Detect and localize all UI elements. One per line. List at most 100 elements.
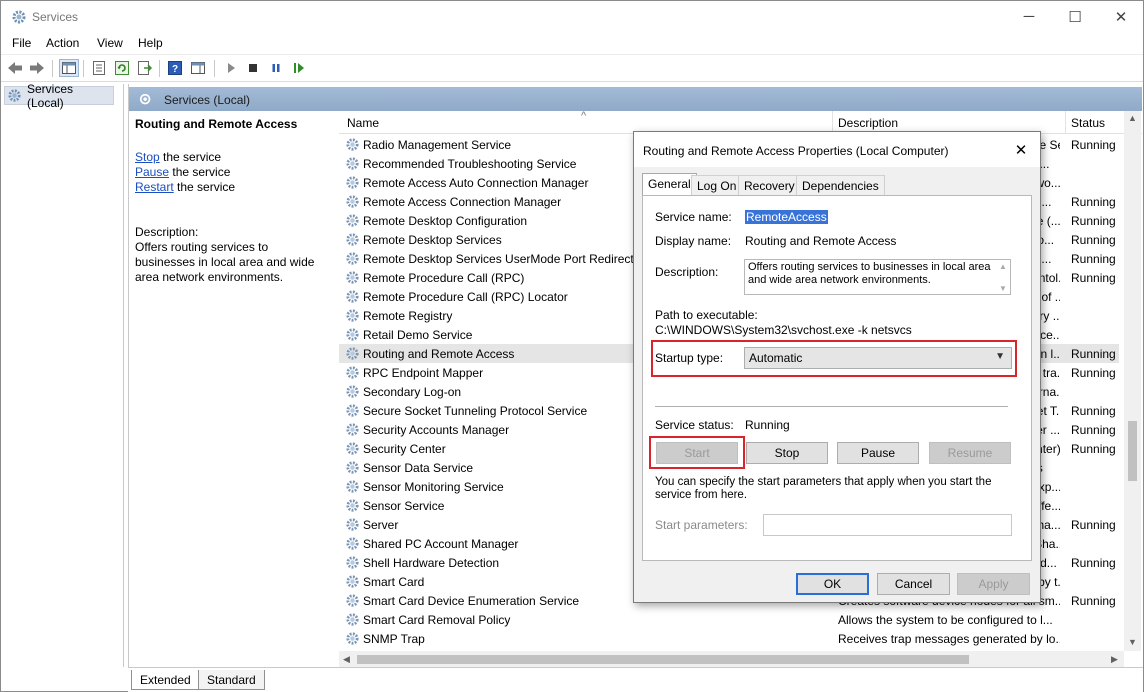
tab-general[interactable]: General (642, 173, 697, 196)
service-gear-icon (346, 537, 359, 550)
refresh-icon[interactable] (112, 59, 132, 77)
tab-recovery[interactable]: Recovery (738, 175, 801, 195)
help-icon[interactable]: ? (165, 59, 185, 77)
magnifier-icon (139, 93, 151, 105)
description-field-label: Description: (655, 265, 719, 279)
tab-extended[interactable]: Extended (131, 670, 200, 690)
stop-service-icon[interactable] (243, 59, 263, 77)
console-tree: Services (Local) (2, 82, 124, 667)
export-list-icon[interactable] (135, 59, 155, 77)
close-window-button[interactable]: ✕ (1098, 1, 1144, 32)
restart-action: Restart the service (135, 180, 235, 194)
apply-button[interactable]: Apply (957, 573, 1030, 595)
service-gear-icon (346, 309, 359, 322)
service-name-cell: Shared PC Account Manager (363, 537, 519, 551)
service-status-cell: Running (1071, 252, 1116, 266)
restart-link[interactable]: Restart (135, 180, 174, 194)
stop-button[interactable]: Stop (746, 442, 828, 464)
service-name-cell: Remote Registry (363, 309, 453, 323)
window-title: Services (32, 10, 79, 24)
display-name-label: Display name: (655, 234, 732, 248)
pause-link[interactable]: Pause (135, 165, 169, 179)
tab-log-on[interactable]: Log On (691, 175, 743, 195)
title-bar: Services ─ ☐ ✕ (1, 1, 1143, 32)
sort-ascending-icon: ^ (581, 111, 587, 122)
service-status-label: Service status: (655, 418, 734, 432)
view-tabs: Extended Standard (128, 667, 1143, 692)
services-gear-icon (12, 10, 26, 24)
scroll-down-icon[interactable]: ▼ (1128, 637, 1137, 647)
menu-file[interactable]: File (12, 36, 31, 50)
horizontal-scroll-thumb[interactable] (357, 655, 969, 664)
minimize-button[interactable]: ─ (1006, 1, 1052, 32)
menu-action[interactable]: Action (46, 36, 79, 50)
show-hide-console-tree-icon[interactable] (59, 59, 79, 77)
restart-service-icon[interactable] (289, 59, 309, 77)
scroll-down-icon[interactable]: ▼ (999, 282, 1007, 295)
service-gear-icon (346, 461, 359, 474)
back-arrow-icon[interactable] (5, 59, 25, 77)
scroll-right-icon[interactable]: ▶ (1111, 654, 1118, 665)
tab-dependencies[interactable]: Dependencies (796, 175, 885, 195)
service-gear-icon (346, 252, 359, 265)
service-name-cell: Remote Desktop Configuration (363, 214, 528, 228)
tree-node-services-local[interactable]: Services (Local) (4, 82, 114, 110)
display-name-value[interactable]: Routing and Remote Access (745, 234, 896, 248)
services-window: Services ─ ☐ ✕ File Action View Help ? S… (0, 0, 1144, 692)
start-button[interactable]: Start (656, 442, 738, 464)
service-name-cell: Remote Procedure Call (RPC) (363, 271, 525, 285)
scroll-up-icon[interactable]: ▲ (1128, 113, 1137, 123)
tab-standard[interactable]: Standard (198, 670, 265, 690)
stop-link[interactable]: Stop (135, 150, 160, 164)
forward-arrow-icon[interactable] (27, 59, 47, 77)
service-status-cell: Running (1071, 233, 1116, 247)
description-textbox[interactable]: Offers routing services to businesses in… (744, 259, 1011, 295)
maximize-button[interactable]: ☐ (1052, 1, 1098, 32)
resume-button[interactable]: Resume (929, 442, 1011, 464)
description-scrollbar[interactable]: ▲ ▼ (996, 260, 1010, 294)
service-gear-icon (346, 328, 359, 341)
service-gear-icon (346, 404, 359, 417)
vertical-scroll-thumb[interactable] (1128, 421, 1137, 481)
table-row[interactable]: SNMP Trap Receives trap messages generate… (339, 629, 1119, 648)
service-name-cell: Smart Card (363, 575, 425, 589)
properties-icon[interactable] (89, 59, 109, 77)
scroll-left-icon[interactable]: ◀ (343, 654, 350, 665)
service-gear-icon (346, 518, 359, 531)
dialog-close-icon[interactable]: ✕ (1010, 139, 1032, 161)
show-action-pane-icon[interactable] (188, 59, 208, 77)
ok-button[interactable]: OK (796, 573, 869, 595)
stop-link-rest: the service (159, 150, 222, 164)
menu-help[interactable]: Help (138, 36, 163, 50)
startup-type-select[interactable]: Automatic ▼ (744, 347, 1012, 369)
divider (655, 406, 1008, 407)
vertical-scrollbar[interactable]: ▲ ▼ (1124, 111, 1141, 651)
start-parameters-label: Start parameters: (655, 518, 748, 532)
start-parameters-input[interactable] (763, 514, 1012, 536)
menu-view[interactable]: View (97, 36, 123, 50)
pause-service-icon[interactable] (266, 59, 286, 77)
startup-type-value: Automatic (749, 351, 803, 365)
pause-button[interactable]: Pause (837, 442, 919, 464)
service-status-cell: Running (1071, 423, 1116, 437)
column-header-name[interactable]: Name (347, 116, 379, 130)
dialog-title-bar: Routing and Remote Access Properties (Lo… (634, 132, 1040, 167)
service-gear-icon (346, 556, 359, 569)
service-name-cell: Remote Desktop Services (363, 233, 502, 247)
service-gear-icon (346, 575, 359, 588)
scroll-up-icon[interactable]: ▲ (999, 260, 1007, 273)
service-name-value[interactable]: RemoteAccess (745, 210, 828, 224)
service-gear-icon (346, 290, 359, 303)
service-gear-icon (346, 176, 359, 189)
service-description-cell: Receives trap messages generated by lo..… (838, 632, 1060, 646)
service-status-cell: Running (1071, 347, 1116, 361)
table-row[interactable]: Smart Card Removal Policy Allows the syst… (339, 610, 1119, 629)
column-header-description[interactable]: Description (838, 116, 898, 130)
cancel-button[interactable]: Cancel (877, 573, 950, 595)
service-name-cell: Server (363, 518, 399, 532)
start-service-icon[interactable] (221, 59, 241, 77)
service-gear-icon (346, 138, 359, 151)
horizontal-scrollbar[interactable]: ◀ ▶ (339, 651, 1124, 667)
column-header-status[interactable]: Status (1071, 116, 1105, 130)
start-params-hint: You can specify the start parameters tha… (655, 476, 992, 501)
